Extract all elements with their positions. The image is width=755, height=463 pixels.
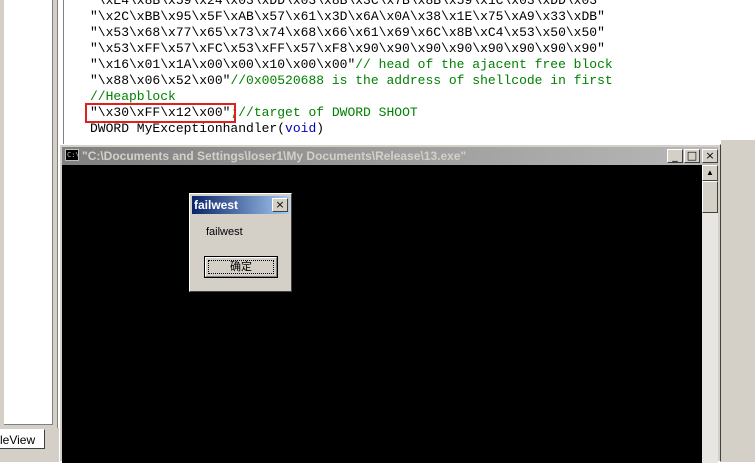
message-box: failwest × failwest 确定 (189, 193, 292, 292)
code-line-9: DWORD MyExceptionhandler(void) (90, 121, 325, 136)
output-panel-gutter (0, 0, 58, 428)
console-close-button[interactable]: × (702, 149, 718, 163)
ok-button-focus-rect (208, 260, 274, 274)
annotation-highlight-box (85, 103, 236, 123)
maximize-button[interactable]: □ (684, 149, 700, 163)
console-window[interactable]: C:\ "C:\Documents and Settings\loser1\My… (59, 144, 721, 463)
code-line-6: "\x88\x06\x52\x00"//0x00520688 is the ad… (90, 73, 613, 88)
console-app-icon[interactable]: C:\ (65, 149, 80, 161)
console-output[interactable] (62, 165, 702, 463)
code-editor[interactable]: "\xE4\x8B\x59\x24\x03\xDD\x03\x8B\x3C\x7… (64, 0, 755, 150)
message-text: failwest (206, 226, 243, 238)
console-scrollbar[interactable]: ▲ (702, 165, 718, 463)
ok-button[interactable]: 确定 (204, 256, 278, 278)
code-line-5: "\x16\x01\x1A\x00\x00\x10\x00\x00"// hea… (90, 57, 613, 72)
right-background (721, 140, 755, 462)
tab-fileview[interactable]: leView (0, 429, 45, 449)
console-titlebar[interactable]: C:\ "C:\Documents and Settings\loser1\My… (62, 147, 718, 165)
code-line-1: "\xE4\x8B\x59\x24\x03\xDD\x03\x8B\x3C\x7… (90, 0, 605, 8)
scroll-up-icon[interactable]: ▲ (702, 165, 718, 181)
scrollbar-thumb[interactable] (702, 181, 718, 213)
minimize-button[interactable]: _ (667, 149, 683, 163)
code-line-4: "\x53\xFF\x57\xFC\x53\xFF\x57\xF8\x90\x9… (90, 41, 605, 56)
code-line-2: "\x2C\xBB\x95\x5F\xAB\x57\x61\x3D\x6A\x0… (90, 9, 605, 24)
message-box-title: failwest (194, 198, 239, 212)
code-line-3: "\x53\x68\x77\x65\x73\x74\x68\x66\x61\x6… (90, 25, 605, 40)
console-title: "C:\Documents and Settings\loser1\My Doc… (82, 149, 467, 163)
message-box-titlebar[interactable]: failwest × (192, 196, 289, 214)
message-box-close-button[interactable]: × (272, 198, 288, 212)
